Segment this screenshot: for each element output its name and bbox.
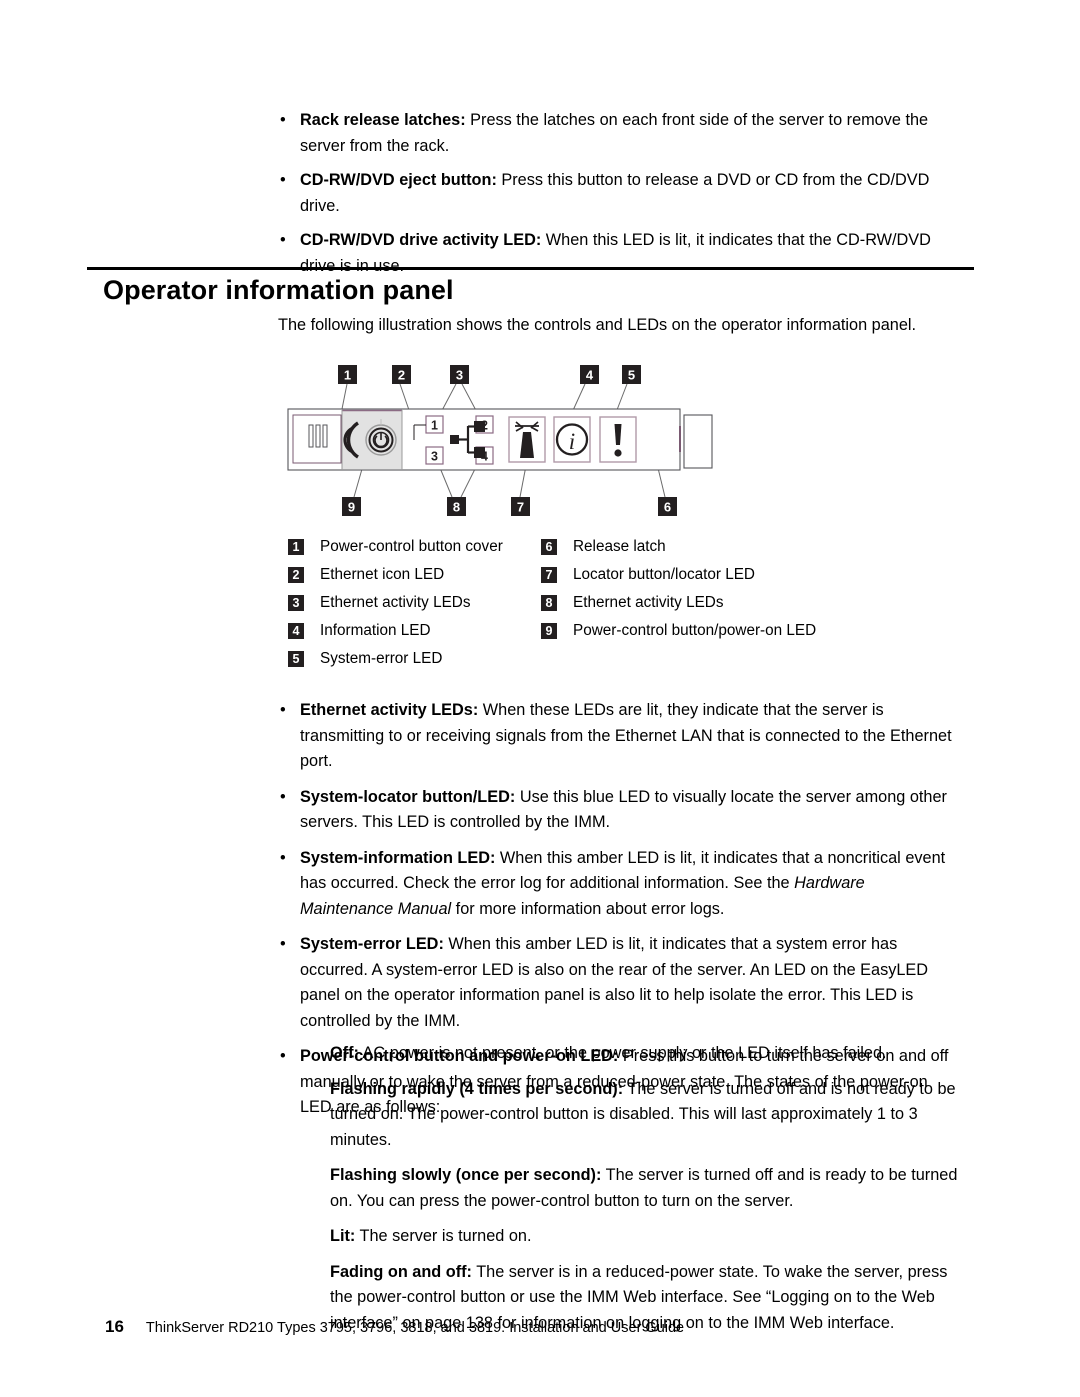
legend-label: Ethernet icon LED — [320, 566, 445, 583]
svg-text:5: 5 — [628, 368, 635, 383]
legend-badge: 3 — [288, 595, 304, 611]
legend-badge: 5 — [288, 651, 304, 667]
legend-label: Ethernet activity LEDs — [320, 594, 471, 611]
legend-label: Power-control button cover — [320, 538, 503, 555]
svg-text:1: 1 — [344, 368, 351, 383]
footer-title: ThinkServer RD210 Types 3795, 3796, 3818… — [145, 1320, 685, 1336]
bullet-marker-icon: • — [280, 171, 286, 189]
state-term: Fading on and off: — [330, 1262, 472, 1281]
svg-text:1: 1 — [431, 419, 438, 433]
svg-text:2: 2 — [398, 368, 405, 383]
bullet-marker-icon: • — [280, 935, 286, 953]
state-term: Flashing rapidly (4 times per second): — [330, 1079, 624, 1098]
legend-item: 7 Locator button/locator LED — [541, 564, 816, 592]
legend-badge: 1 — [288, 539, 304, 555]
legend-item: 3 Ethernet activity LEDs — [288, 592, 503, 620]
legend-label: Locator button/locator LED — [573, 566, 755, 583]
state-body: AC power is not present, or the power su… — [358, 1044, 887, 1062]
document-page: • Rack release latches: Press the latche… — [0, 0, 1080, 1397]
legend-item: 9 Power-control button/power-on LED — [541, 620, 816, 648]
bullet-cdrw-dvd-eject-button: • CD-RW/DVD eject button: Press this but… — [278, 168, 946, 219]
state-term: Off: — [330, 1044, 359, 1062]
locator-beacon-icon — [508, 416, 546, 463]
state-lit: Lit: The server is turned on. — [330, 1224, 958, 1250]
state-term: Lit: — [330, 1227, 356, 1245]
bullet-term: Rack release latches: — [300, 111, 466, 129]
bullet-term: System-locator button/LED: — [300, 787, 516, 806]
bullet-marker-icon: • — [280, 848, 286, 867]
legend-item: 1 Power-control button cover — [288, 536, 503, 564]
svg-text:9: 9 — [348, 500, 355, 515]
svg-text:8: 8 — [453, 500, 460, 515]
legend-badge: 6 — [541, 539, 557, 555]
information-icon: i — [553, 416, 591, 463]
bullet-system-error-led: • System-error LED: When this amber LED … — [278, 932, 956, 1034]
state-flashing-slowly: Flashing slowly (once per second): The s… — [330, 1163, 958, 1214]
legend-badge: 4 — [288, 623, 304, 639]
svg-text:7: 7 — [517, 500, 524, 515]
legend-item: 8 Ethernet activity LEDs — [541, 592, 816, 620]
legend-label: Information LED — [320, 622, 431, 639]
svg-text:3: 3 — [431, 450, 438, 464]
state-off: Off: AC power is not present, or the pow… — [330, 1041, 958, 1067]
legend-item: 6 Release latch — [541, 536, 816, 564]
section-divider — [87, 267, 974, 270]
svg-text:4: 4 — [586, 368, 594, 383]
system-error-icon — [599, 416, 637, 463]
power-on-led-states-list: Off: AC power is not present, or the pow… — [330, 1041, 958, 1346]
svg-text:6: 6 — [664, 500, 671, 515]
legend-item: 5 System-error LED — [288, 648, 503, 676]
page-title: Operator information panel — [103, 275, 454, 305]
legend-badge: 7 — [541, 567, 557, 583]
legend-column-right: 6 Release latch 7 Locator button/locator… — [541, 536, 816, 648]
state-term: Flashing slowly (once per second): — [330, 1166, 602, 1184]
state-flashing-rapidly: Flashing rapidly (4 times per second): T… — [330, 1077, 958, 1154]
bullet-term: System-information LED: — [300, 848, 496, 867]
legend-label: Ethernet activity LEDs — [573, 594, 724, 611]
legend-item: 4 Information LED — [288, 620, 503, 648]
bullet-term: Ethernet activity LEDs: — [300, 701, 479, 719]
svg-text:i: i — [569, 429, 575, 454]
figure-inline-label-3: 3 — [425, 446, 444, 465]
legend-label: System-error LED — [320, 650, 443, 667]
bullet-rack-release-latches: • Rack release latches: Press the latche… — [278, 108, 946, 159]
svg-text:3: 3 — [456, 368, 463, 383]
operator-information-panel-figure: 1 2 3 4 5 9 8 7 6 1 3 i — [280, 360, 740, 525]
bullet-term: CD-RW/DVD drive activity LED: — [300, 231, 542, 249]
figure-callout-1: 1 — [338, 365, 357, 410]
legend-badge: 9 — [541, 623, 557, 639]
bullet-cdrw-dvd-drive-activity-led: • CD-RW/DVD drive activity LED: When thi… — [278, 228, 946, 279]
bullet-marker-icon: • — [280, 231, 286, 249]
figure-inline-label-1: 1 — [425, 415, 444, 434]
cd-dvd-drive-icon — [292, 414, 342, 464]
footer-page-number: 16 — [105, 1317, 124, 1336]
bullet-term: System-error LED: — [300, 935, 444, 953]
legend-item: 2 Ethernet icon LED — [288, 564, 503, 592]
legend-label: Power-control button/power-on LED — [573, 622, 817, 639]
figure-callout-6: 6 — [657, 467, 677, 516]
bullet-system-locator-button-led: • System-locator button/LED: Use this bl… — [278, 785, 956, 836]
page-footer: 16 ThinkServer RD210 Types 3795, 3796, 38… — [105, 1317, 985, 1338]
legend-column-left: 1 Power-control button cover 2 Ethernet … — [288, 536, 503, 676]
bullet-marker-icon: • — [280, 111, 286, 129]
release-latch-icon — [679, 414, 713, 469]
legend-badge: 2 — [288, 567, 304, 583]
bullet-marker-icon: • — [280, 787, 286, 806]
bullet-ethernet-activity-leds: • Ethernet activity LEDs: When these LED… — [278, 698, 956, 775]
state-body: The server is turned on. — [355, 1227, 532, 1245]
bullet-marker-icon: • — [280, 701, 286, 719]
bullet-system-information-led: • System-information LED: When this ambe… — [278, 846, 956, 923]
intro-paragraph: The following illustration shows the con… — [278, 316, 917, 334]
top-bullet-list: • Rack release latches: Press the latche… — [278, 108, 946, 288]
bullet-body-after: for more information about error logs. — [451, 899, 725, 918]
legend-badge: 8 — [541, 595, 557, 611]
legend-label: Release latch — [573, 538, 666, 555]
bullet-term: CD-RW/DVD eject button: — [300, 171, 497, 189]
figure-callout-8: 8 — [437, 462, 479, 516]
bullet-marker-icon: • — [280, 1047, 286, 1065]
